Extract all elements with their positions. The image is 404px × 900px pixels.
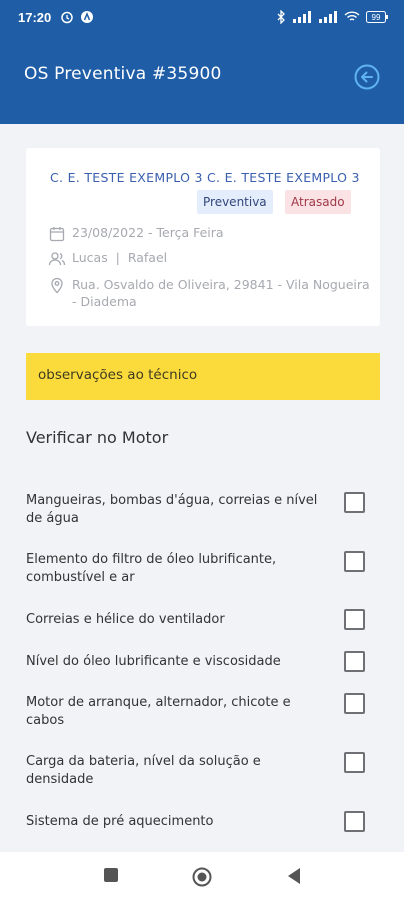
checklist-item-label: Carga da bateria, nível da solução e den… [26, 754, 261, 787]
observations-banner[interactable]: observações ao técnico [26, 353, 380, 400]
status-bar: 17:20 99 [0, 0, 404, 36]
checkbox[interactable] [344, 752, 365, 773]
location-pin-icon [51, 277, 63, 294]
battery-icon: 99 [366, 11, 388, 23]
observations-label: observações ao técnico [38, 367, 198, 383]
battery-level: 99 [372, 13, 381, 22]
calendar-icon [49, 227, 65, 242]
checklist-item-label: Mangueiras, bombas d'água, correias e ní… [26, 493, 318, 526]
checklist-item-label: Elemento do filtro de óleo lubrificante,… [26, 552, 277, 585]
checkbox[interactable] [344, 492, 365, 513]
checkbox[interactable] [344, 609, 365, 630]
users-icon [48, 252, 66, 266]
status-time: 17:20 [18, 10, 52, 25]
alarm-icon [61, 11, 73, 24]
address-row: Rua. Osvaldo de Oliveira, 29841 - Vila N… [48, 276, 378, 310]
checklist-item-label: Motor de arranque, alternador, chicote e… [26, 695, 291, 728]
status-right-icons: 99 [276, 10, 388, 24]
technicians-row: Lucas | Rafael [48, 250, 167, 268]
app-notification-icon [81, 11, 93, 23]
section-title: Verificar no Motor [26, 428, 169, 447]
app-bar: OS Preventiva #35900 [0, 36, 404, 124]
status-badge: Atrasado [285, 190, 351, 214]
wifi-icon [344, 11, 360, 21]
page-title: OS Preventiva #35900 [24, 64, 222, 84]
date-row: 23/08/2022 - Terça Feira [48, 225, 224, 243]
back-arrow-icon[interactable] [354, 64, 380, 90]
home-circle-icon[interactable] [192, 867, 212, 887]
service-order-card[interactable]: C. E. TESTE EXEMPLO 3 C. E. TESTE EXEMPL… [26, 148, 380, 326]
status-left-icons [60, 10, 94, 24]
checklist-item-label: Nível do óleo lubrificante e viscosidade [26, 654, 281, 669]
date-text: 23/08/2022 - Terça Feira [72, 225, 224, 240]
technicians-text: Lucas | Rafael [72, 250, 168, 265]
address-text: Rua. Osvaldo de Oliveira, 29841 - Vila N… [72, 277, 370, 309]
checkbox[interactable] [344, 693, 365, 714]
back-triangle-icon[interactable] [286, 867, 302, 885]
signal-icon-2 [319, 11, 337, 23]
checklist-item-label: Correias e hélice do ventilador [26, 612, 225, 627]
type-badge: Preventiva [197, 190, 273, 214]
checkbox[interactable] [344, 811, 365, 832]
signal-icon [293, 11, 311, 23]
bluetooth-icon [277, 10, 285, 24]
recents-square-icon[interactable] [103, 867, 119, 883]
checkbox[interactable] [344, 651, 365, 672]
client-name: C. E. TESTE EXEMPLO 3 C. E. TESTE EXEMPL… [50, 170, 360, 185]
checklist-item-label: Sistema de pré aquecimento [26, 814, 214, 829]
checkbox[interactable] [344, 551, 365, 572]
system-nav-bar [0, 852, 404, 900]
